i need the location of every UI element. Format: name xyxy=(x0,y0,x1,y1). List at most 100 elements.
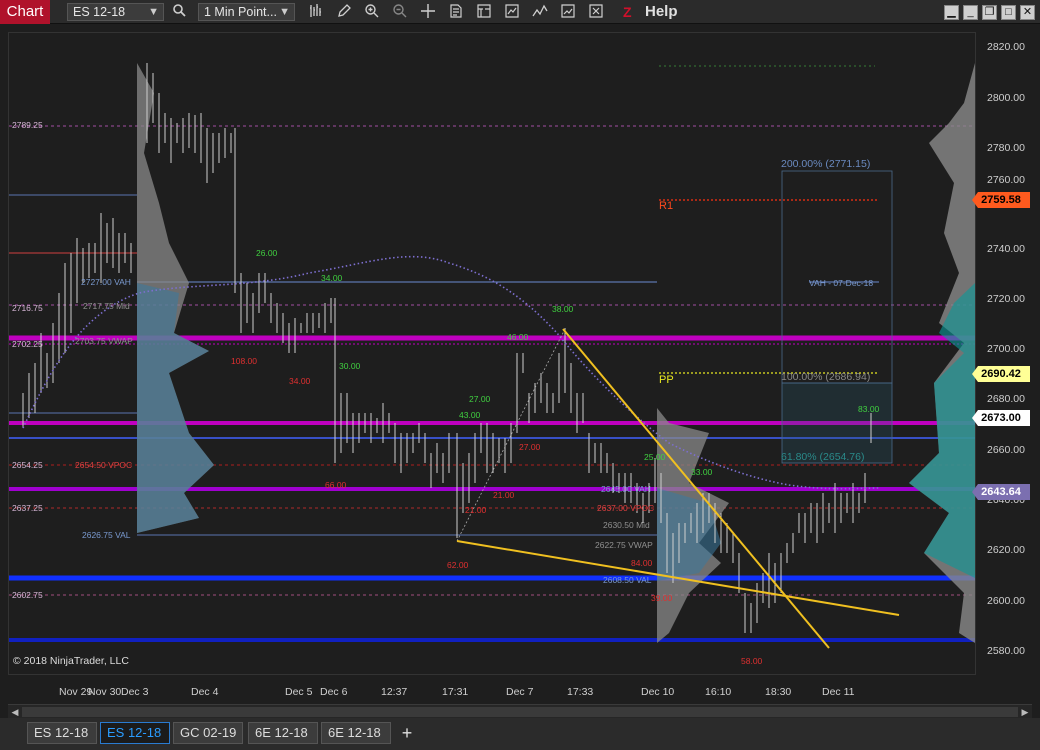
restore-icon: ❐ xyxy=(984,6,995,18)
fib-100-label: 100.00% (2686.94) xyxy=(781,371,871,383)
level-label: 2716.75 xyxy=(12,303,43,313)
time-tick: 17:31 xyxy=(442,686,469,698)
price-tick: 2780.00 xyxy=(987,142,1025,154)
vah-note: VAH - 07-Dec-18 xyxy=(809,278,874,288)
swing-high-label: 38.00 xyxy=(552,304,574,314)
price-tag-pp: 2690.42 xyxy=(972,366,1030,382)
tab-gc-02-19[interactable]: GC 02-19 xyxy=(173,722,243,744)
swing-low-label: 62.00 xyxy=(447,560,469,570)
swing-low-label: 108.00 xyxy=(231,356,257,366)
ninjascript-z-icon[interactable]: Z xyxy=(623,3,637,21)
indicators-icon[interactable] xyxy=(502,3,522,21)
price-tag-vwap: 2643.64 xyxy=(972,484,1030,500)
maximize-icon: □ xyxy=(1005,6,1012,18)
swing-high-label: 27.00 xyxy=(469,394,491,404)
help-menu[interactable]: Help xyxy=(645,3,678,21)
close-icon: ✕ xyxy=(1022,6,1033,18)
vp-vpoc-label: 2637.00 VPOC xyxy=(597,503,655,513)
strategies-icon[interactable] xyxy=(530,3,550,21)
price-tick: 2800.00 xyxy=(987,92,1025,104)
zoom-in-icon[interactable] xyxy=(362,3,382,21)
swing-high-label: 25.00 xyxy=(644,452,666,462)
interval-selector[interactable]: 1 Min Point... ▼ xyxy=(198,3,295,21)
zoom-out-icon[interactable] xyxy=(390,3,410,21)
level-label: 2702.25 xyxy=(12,339,43,349)
swing-low-label: 21.00 xyxy=(465,505,487,515)
price-tick: 2620.00 xyxy=(987,544,1025,556)
crosshair-icon[interactable] xyxy=(418,3,438,21)
price-tick: 2660.00 xyxy=(987,444,1025,456)
maximize-window-button[interactable]: □ xyxy=(1001,5,1016,20)
price-tag-r1: 2759.58 xyxy=(972,192,1030,208)
vp-vwap-label: 2622.75 VWAP xyxy=(595,540,653,550)
minimize-button[interactable]: _ xyxy=(963,5,978,20)
chevron-down-icon: ▼ xyxy=(279,6,290,18)
swing-low-label: 34.00 xyxy=(289,376,311,386)
swing-high-label: 33.00 xyxy=(691,467,713,477)
minimize-window-button[interactable]: ▁ xyxy=(944,5,959,20)
price-tick: 2700.00 xyxy=(987,343,1025,355)
drawing-pencil-icon[interactable] xyxy=(334,3,354,21)
level-label: 2602.75 xyxy=(12,590,43,600)
bar-type-icon[interactable] xyxy=(306,3,326,21)
add-tab-button[interactable]: + xyxy=(397,722,417,744)
price-tick: 2600.00 xyxy=(987,595,1025,607)
chart-toolbar: Chart ES 12-18 ▼ 1 Min Point... ▼ Z Help… xyxy=(0,0,1040,24)
search-icon[interactable] xyxy=(169,3,189,21)
instrument-selector[interactable]: ES 12-18 ▼ xyxy=(67,3,164,21)
vp-mid-label: 2630.50 Mid xyxy=(603,520,650,530)
price-tag-last: 2673.00 xyxy=(972,410,1030,426)
time-tick: 18:30 xyxy=(765,686,792,698)
time-tick: Dec 10 xyxy=(641,686,675,698)
minimize-icon: ▁ xyxy=(947,6,956,18)
level-label: 2626.75 VAL xyxy=(82,530,131,540)
price-tick: 2720.00 xyxy=(987,293,1025,305)
instrument-value: ES 12-18 xyxy=(73,5,126,19)
time-tick: 16:10 xyxy=(705,686,732,698)
horizontal-scrollbar[interactable]: ◀ ▶ xyxy=(8,704,1032,718)
pivot-r1-label: R1 xyxy=(659,200,674,212)
instrument-tab-bar: ES 12-18 ES 12-18 GC 02-19 6E 12-18 6E 1… xyxy=(0,718,1040,750)
vp-val-label: 2608.50 VAL xyxy=(603,575,652,585)
scroll-right-icon[interactable]: ▶ xyxy=(1018,705,1032,719)
minimize-bar-icon: _ xyxy=(967,6,974,18)
tab-6e-12-18[interactable]: 6E 12-18 xyxy=(248,722,318,744)
time-tick: Dec 3 xyxy=(121,686,149,698)
chart-canvas xyxy=(9,63,975,649)
time-tick: Dec 5 xyxy=(285,686,313,698)
properties-icon[interactable] xyxy=(446,3,466,21)
vp-vah-label: 2645.00 VAH xyxy=(601,484,651,494)
time-tick: Nov 30 xyxy=(88,686,122,698)
swing-high-label: 43.00 xyxy=(459,410,481,420)
time-tick: 17:33 xyxy=(567,686,594,698)
tab-es-12-18-active[interactable]: ES 12-18 xyxy=(100,722,170,744)
time-tick: Dec 7 xyxy=(506,686,534,698)
chart-trader-icon[interactable] xyxy=(586,3,606,21)
maximize-button[interactable]: ❐ xyxy=(982,5,997,20)
templates-icon[interactable] xyxy=(558,3,578,21)
vp-mid-label: 2717.75 Mid xyxy=(83,301,130,311)
scroll-left-icon[interactable]: ◀ xyxy=(8,705,22,719)
scrollbar-thumb[interactable] xyxy=(22,707,1018,717)
pivot-pp-label: PP xyxy=(659,374,674,386)
chart-title-tab[interactable]: Chart xyxy=(0,0,50,24)
price-tick: 2580.00 xyxy=(987,645,1025,657)
chart-panel[interactable]: R1 PP 200.00% (2771.15) 100.00% (2686.94… xyxy=(8,32,976,675)
close-button[interactable]: ✕ xyxy=(1020,5,1035,20)
time-tick: Dec 11 xyxy=(822,686,855,698)
fib-200-label: 200.00% (2771.15) xyxy=(781,158,871,170)
swing-low-label: 58.00 xyxy=(741,656,763,666)
tab-es-12-18[interactable]: ES 12-18 xyxy=(27,722,97,744)
vp-vah-label: 2727.00 VAH xyxy=(81,277,131,287)
interval-value: 1 Min Point... xyxy=(204,5,277,19)
vp-vwap-label: 2703.75 VWAP xyxy=(75,336,133,346)
fib-box xyxy=(781,170,893,384)
swing-low-label: 84.00 xyxy=(631,558,653,568)
data-box-icon[interactable] xyxy=(474,3,494,21)
time-tick: 12:37 xyxy=(381,686,408,698)
swing-low-label: 21.00 xyxy=(493,490,515,500)
chevron-down-icon: ▼ xyxy=(148,6,159,18)
fib-61-label: 61.80% (2654.76) xyxy=(781,451,865,463)
tab-6e-12-18-b[interactable]: 6E 12-18 xyxy=(321,722,391,744)
swing-low-label: 27.00 xyxy=(519,442,541,452)
